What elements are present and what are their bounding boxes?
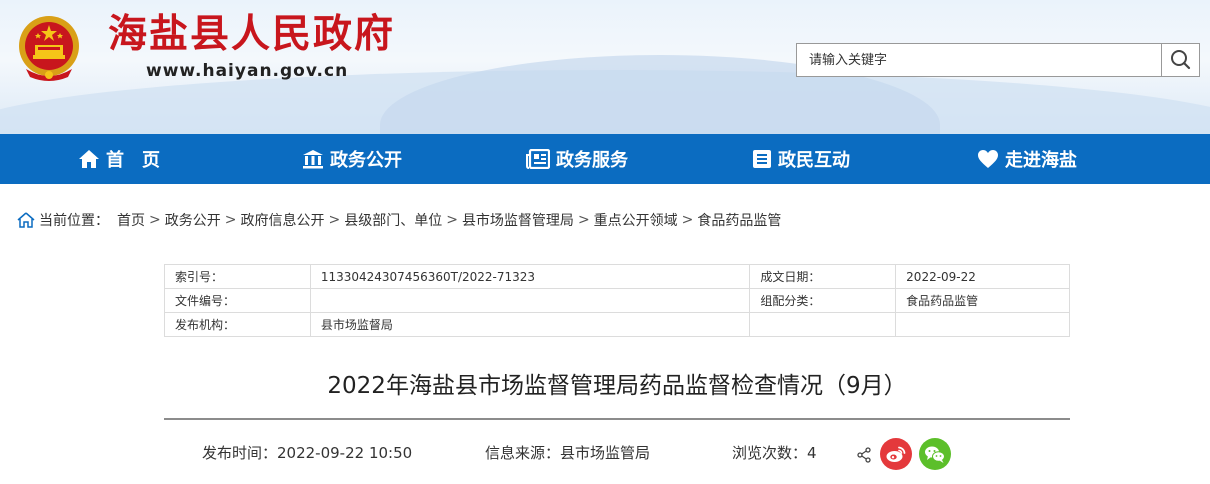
info-source: 信息来源：县市场监管局 bbox=[485, 444, 651, 462]
nav-item-services[interactable]: 政务服务 bbox=[526, 134, 628, 184]
nav-item-government-affairs[interactable]: 政务公开 bbox=[302, 134, 402, 184]
home-icon bbox=[79, 150, 99, 168]
share-weibo-button[interactable] bbox=[880, 438, 912, 470]
nav-item-interaction[interactable]: 政民互动 bbox=[752, 134, 850, 184]
share-icon bbox=[857, 447, 871, 463]
main-nav: 首 页 政务公开 政务服务 政民互动 走进海盐 bbox=[0, 134, 1210, 184]
nav-item-home[interactable]: 首 页 bbox=[78, 134, 160, 184]
nav-item-label: 政务公开 bbox=[330, 150, 402, 171]
national-emblem-icon bbox=[19, 16, 79, 81]
meta-key-category: 组配分类： bbox=[749, 288, 897, 313]
view-count-label: 浏览次数： bbox=[732, 444, 808, 462]
breadcrumb-item-county-departments[interactable]: 县级部门、单位 bbox=[344, 210, 442, 230]
heart-icon bbox=[978, 150, 998, 168]
search-input[interactable] bbox=[797, 44, 1163, 76]
search-box bbox=[796, 43, 1200, 77]
meta-key-publisher: 发布机构： bbox=[164, 312, 311, 337]
meta-key-index: 索引号： bbox=[164, 264, 311, 289]
breadcrumb-item-government-affairs[interactable]: 政务公开 bbox=[165, 210, 221, 230]
nav-item-label: 政务服务 bbox=[556, 150, 628, 171]
article-title: 2022年海盐县市场监督管理局药品监督检查情况（9月） bbox=[327, 373, 907, 399]
search-icon bbox=[1171, 50, 1191, 70]
site-url: www.haiyan.gov.cn bbox=[146, 61, 349, 81]
breadcrumb-separator: > bbox=[224, 212, 237, 228]
breadcrumb-separator: > bbox=[681, 212, 694, 228]
news-icon bbox=[526, 149, 550, 169]
breadcrumb-separator: > bbox=[446, 212, 458, 228]
breadcrumb-item-key-areas[interactable]: 重点公开领域 bbox=[594, 210, 678, 230]
home-outline-icon bbox=[17, 212, 35, 228]
share-wechat-button[interactable] bbox=[919, 438, 951, 470]
meta-value-publisher: 县市场监督局 bbox=[309, 312, 751, 337]
view-count-value: 4 bbox=[807, 444, 817, 462]
meta-value-doc-number bbox=[309, 288, 751, 313]
nav-item-about-haiyan[interactable]: 走进海盐 bbox=[977, 134, 1077, 184]
breadcrumb-item-info-disclosure[interactable]: 政府信息公开 bbox=[240, 210, 324, 230]
meta-key-empty bbox=[749, 312, 897, 337]
breadcrumb-separator: > bbox=[328, 212, 341, 228]
document-meta-table: 索引号： 11330424307456360T/2022-71323 成文日期：… bbox=[164, 264, 1070, 337]
breadcrumb-item-food-drug[interactable]: 食品药品监管 bbox=[697, 210, 781, 230]
breadcrumb-separator: > bbox=[149, 212, 161, 228]
wechat-icon bbox=[925, 446, 945, 463]
breadcrumb-item-home[interactable]: 首页 bbox=[117, 210, 145, 230]
nav-item-label: 走进海盐 bbox=[1005, 150, 1077, 171]
table-row: 发布机构： 县市场监督局 bbox=[164, 312, 1070, 337]
meta-value-category: 食品药品监管 bbox=[895, 288, 1070, 313]
meta-value-empty bbox=[895, 312, 1070, 337]
breadcrumb-label: 当前位置： bbox=[39, 213, 109, 229]
breadcrumb-separator: > bbox=[577, 212, 590, 228]
building-icon bbox=[303, 150, 323, 169]
site-title: 海盐县人民政府 bbox=[108, 12, 396, 57]
list-icon bbox=[753, 150, 771, 168]
weibo-icon bbox=[886, 446, 906, 462]
nav-item-label: 政民互动 bbox=[778, 150, 850, 171]
publish-time: 发布时间：2022-09-22 10:50 bbox=[202, 444, 413, 462]
site-header: 海盐县人民政府 www.haiyan.gov.cn bbox=[0, 0, 1210, 134]
meta-key-doc-number: 文件编号： bbox=[164, 288, 311, 313]
nav-item-label: 首 页 bbox=[106, 150, 160, 171]
table-row: 索引号： 11330424307456360T/2022-71323 成文日期：… bbox=[164, 264, 1070, 289]
meta-key-date: 成文日期： bbox=[749, 264, 897, 289]
meta-value-date: 2022-09-22 bbox=[895, 264, 1070, 289]
table-row: 文件编号： 组配分类： 食品药品监管 bbox=[164, 288, 1070, 313]
search-button[interactable] bbox=[1161, 44, 1199, 76]
breadcrumb: 当前位置： 首页 > 政务公开 > 政府信息公开 > 县级部门、单位 > 县市场… bbox=[16, 208, 781, 232]
view-count: 浏览次数：4 bbox=[732, 443, 817, 463]
title-divider bbox=[164, 418, 1070, 420]
breadcrumb-item-market-supervision[interactable]: 县市场监督管理局 bbox=[462, 210, 574, 230]
meta-value-index: 11330424307456360T/2022-71323 bbox=[309, 264, 751, 289]
